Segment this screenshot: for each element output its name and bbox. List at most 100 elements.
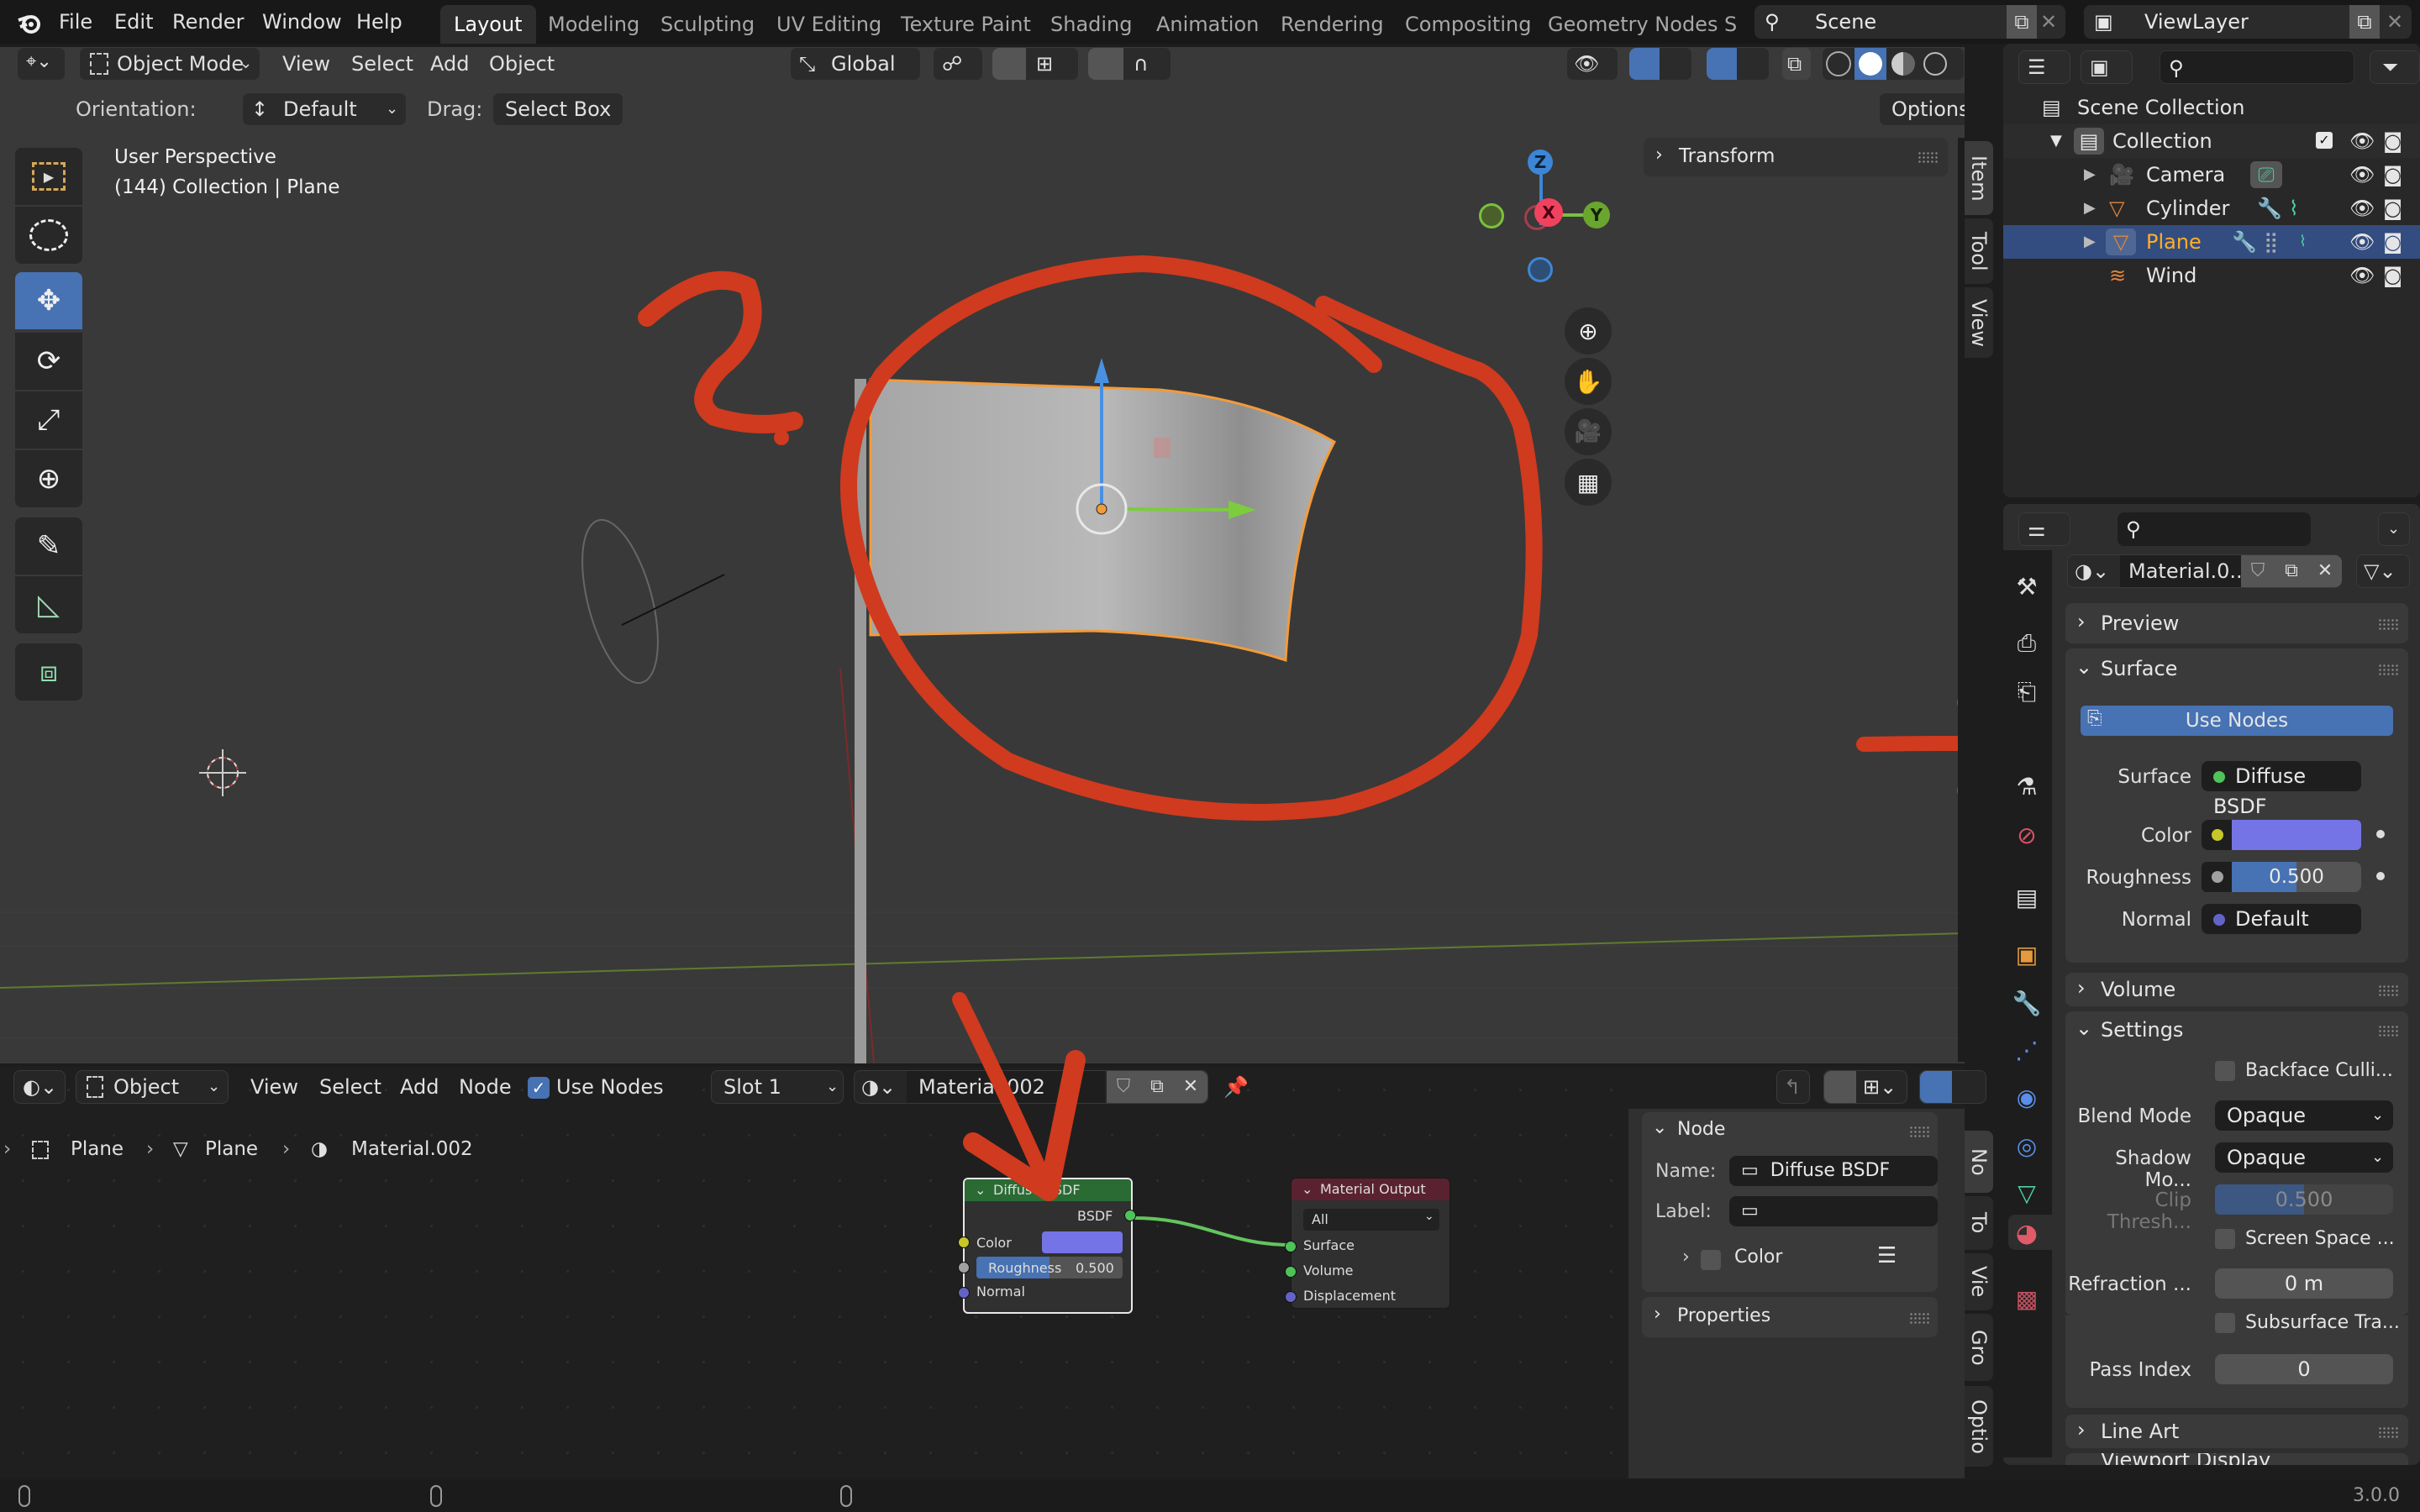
roughness-input-socket[interactable]	[958, 1262, 970, 1273]
bsdf-output-socket[interactable]	[1124, 1210, 1136, 1221]
object-mode-dropdown[interactable]: Object Mode ⌄	[79, 47, 260, 81]
tab-animation[interactable]: Animation	[1143, 5, 1272, 44]
normal-field[interactable]: Default	[2202, 904, 2361, 934]
tab-layout[interactable]: Layout	[440, 5, 536, 44]
node-sidebar-tab-options[interactable]: Optio	[1965, 1386, 1993, 1467]
menu-edit[interactable]: Edit	[114, 0, 153, 44]
parent-node-tree-button[interactable]: ↰	[1776, 1070, 1810, 1104]
menu-file[interactable]: File	[59, 0, 92, 44]
output-tab-icon[interactable]: ⎗	[2010, 675, 2044, 709]
menu-select[interactable]: Select	[351, 47, 413, 81]
expand-triangle-icon[interactable]: ▶	[2084, 158, 2096, 192]
editor-type-button[interactable]: ⌖⌄	[17, 47, 66, 81]
camera-render-icon[interactable]: ◙	[2383, 192, 2402, 225]
node-sidebar-tab-tool[interactable]: To	[1965, 1196, 1993, 1250]
outliner-row-camera[interactable]: ▶ 🎥 Camera ⎚ 👁 ◙	[2003, 158, 2420, 192]
constraints-tab-icon[interactable]: ◎	[2010, 1129, 2044, 1163]
node-tree-pin-dropdown[interactable]: ▽⌄	[2356, 554, 2410, 588]
menu-view[interactable]: View	[282, 47, 330, 81]
volume-panel[interactable]: › Volume	[2065, 973, 2408, 1006]
nav-gizmo-x[interactable]: X	[1534, 198, 1563, 227]
material-sphere-icon[interactable]: ◑⌄	[2075, 554, 2109, 588]
blend-mode-dropdown[interactable]: Opaque ⌄	[2215, 1100, 2393, 1131]
tool-measure[interactable]: ◺	[15, 576, 82, 633]
transform-orientation-dropdown[interactable]: ⤡ Global	[790, 47, 921, 81]
properties-options-dropdown[interactable]: ⌄	[2378, 512, 2410, 546]
drag-grip-icon[interactable]	[1909, 1312, 1929, 1324]
chevron-down-icon[interactable]: ⌄	[2075, 655, 2092, 679]
nav-gizmo-z[interactable]: Z	[1528, 150, 1553, 175]
camera-render-icon[interactable]: ◙	[2383, 225, 2402, 259]
object-tab-icon[interactable]: ▣	[2010, 937, 2044, 971]
material-browse[interactable]: ◑⌄ Material.0... ⛉ ⧉ ✕	[2067, 554, 2342, 588]
eye-icon[interactable]: 👁	[2349, 225, 2375, 259]
node-panel-title[interactable]: Node	[1677, 1119, 1725, 1140]
unlink-material-icon[interactable]: ✕	[2308, 555, 2342, 587]
settings-panel-title[interactable]: Settings	[2101, 1018, 2183, 1042]
node-sidebar-tab-group[interactable]: Gro	[1965, 1314, 1993, 1381]
blender-logo-icon[interactable]	[17, 10, 42, 35]
chevron-right-icon[interactable]: ›	[1682, 1247, 1690, 1268]
use-nodes-button[interactable]: ⎘ Use Nodes	[2081, 706, 2393, 736]
outliner-row-wind[interactable]: ≋ Wind 👁 ◙	[2003, 259, 2420, 292]
eye-icon[interactable]: 👁	[2349, 259, 2375, 292]
shader-node-editor[interactable]: ◐⌄ Object ⌄ View Select Add Node ✓ Use N…	[0, 992, 1993, 1478]
shading-mode-buttons[interactable]	[1822, 47, 1965, 81]
chevron-down-icon[interactable]: ⌄	[2075, 1016, 2092, 1040]
tab-modeling[interactable]: Modeling	[534, 5, 653, 44]
nav-gizmo-neg-y[interactable]	[1479, 203, 1504, 228]
solid-shading-button[interactable]	[1854, 48, 1886, 80]
eye-icon[interactable]: 👁	[2349, 192, 2375, 225]
tab-rendering[interactable]: Rendering	[1267, 5, 1397, 44]
eye-icon[interactable]: 👁	[2349, 124, 2375, 158]
preview-panel[interactable]: › Preview	[2065, 603, 2408, 643]
sidebar-tab-item[interactable]: Item	[1965, 141, 1993, 215]
sidebar-tab-view[interactable]: View	[1965, 287, 1993, 358]
tab-sculpting[interactable]: Sculpting	[647, 5, 768, 44]
nav-gizmo-neg-z[interactable]	[1528, 257, 1553, 282]
mesh-data-tab-icon[interactable]: ▽	[2010, 1176, 2044, 1210]
view-layer-selector[interactable]: ▣ ViewLayer ⧉ ✕	[2084, 5, 2412, 39]
keyframe-dot-icon[interactable]	[2376, 830, 2385, 838]
zoom-view-button[interactable]: ⊕	[1565, 307, 1612, 354]
output-target-dropdown[interactable]: All ⌄	[1303, 1209, 1439, 1231]
volume-input-socket[interactable]	[1285, 1266, 1297, 1278]
tab-texture-paint[interactable]: Texture Paint	[887, 5, 1044, 44]
menu-add[interactable]: Add	[430, 47, 469, 81]
camera-view-button[interactable]: 🎥	[1565, 408, 1612, 455]
tool-scale[interactable]: ⤢	[15, 391, 82, 449]
camera-render-icon[interactable]: ◙	[2383, 259, 2402, 292]
transform-panel[interactable]: › Transform	[1644, 138, 1948, 176]
camera-render-icon[interactable]: ◙	[2383, 124, 2402, 158]
color-field[interactable]	[2202, 820, 2361, 850]
node-color-checkbox[interactable]	[1701, 1250, 1721, 1270]
visibility-dropdown[interactable]: 👁	[1566, 47, 1618, 81]
node-overlays-toggle[interactable]	[1919, 1070, 1986, 1104]
drag-grip-icon[interactable]	[1909, 1126, 1929, 1137]
normal-input-socket[interactable]	[958, 1287, 970, 1299]
proportional-editing-toggle[interactable]: ∩	[1087, 47, 1171, 81]
roughness-input-slider[interactable]: Roughness 0.500	[976, 1257, 1123, 1278]
pivot-point-dropdown[interactable]: ☍	[933, 47, 983, 81]
outliner-search-input[interactable]: ⚲	[2160, 50, 2354, 84]
properties-search-input[interactable]: ⚲	[2118, 512, 2311, 546]
line-art-panel[interactable]: › Line Art	[2065, 1415, 2408, 1448]
tool-add-cube[interactable]: ⧈	[15, 643, 82, 701]
color-input-swatch[interactable]	[1042, 1231, 1123, 1253]
tool-move[interactable]: ✥	[15, 272, 82, 329]
material-output-node[interactable]: ⌄ Material Output All ⌄ Surface Volume D…	[1285, 1178, 1450, 1309]
orientation-default-dropdown[interactable]: ↕ Default ⌄	[242, 92, 407, 126]
new-view-layer-icon[interactable]: ⧉	[2349, 5, 2380, 39]
chevron-down-icon[interactable]: ⌄	[1302, 1181, 1313, 1197]
texture-tab-icon[interactable]: ▩	[2010, 1282, 2044, 1315]
toggle-perspective-button[interactable]: ▦	[1565, 459, 1612, 506]
menu-object[interactable]: Object	[489, 47, 555, 81]
options-dropdown[interactable]: Options	[1879, 92, 1965, 126]
tool-settings-tab-icon[interactable]: ⚒	[2010, 570, 2044, 603]
expand-triangle-icon[interactable]: ▶	[2084, 192, 2096, 225]
drag-grip-icon[interactable]	[2378, 1025, 2398, 1037]
subsurface-translucency-checkbox[interactable]: Subsurface Tra...	[2215, 1312, 2400, 1333]
tool-annotate[interactable]: ✎	[15, 517, 82, 575]
expand-triangle-icon[interactable]: ▼	[2050, 124, 2062, 158]
tool-rotate[interactable]: ⟳	[15, 333, 82, 390]
